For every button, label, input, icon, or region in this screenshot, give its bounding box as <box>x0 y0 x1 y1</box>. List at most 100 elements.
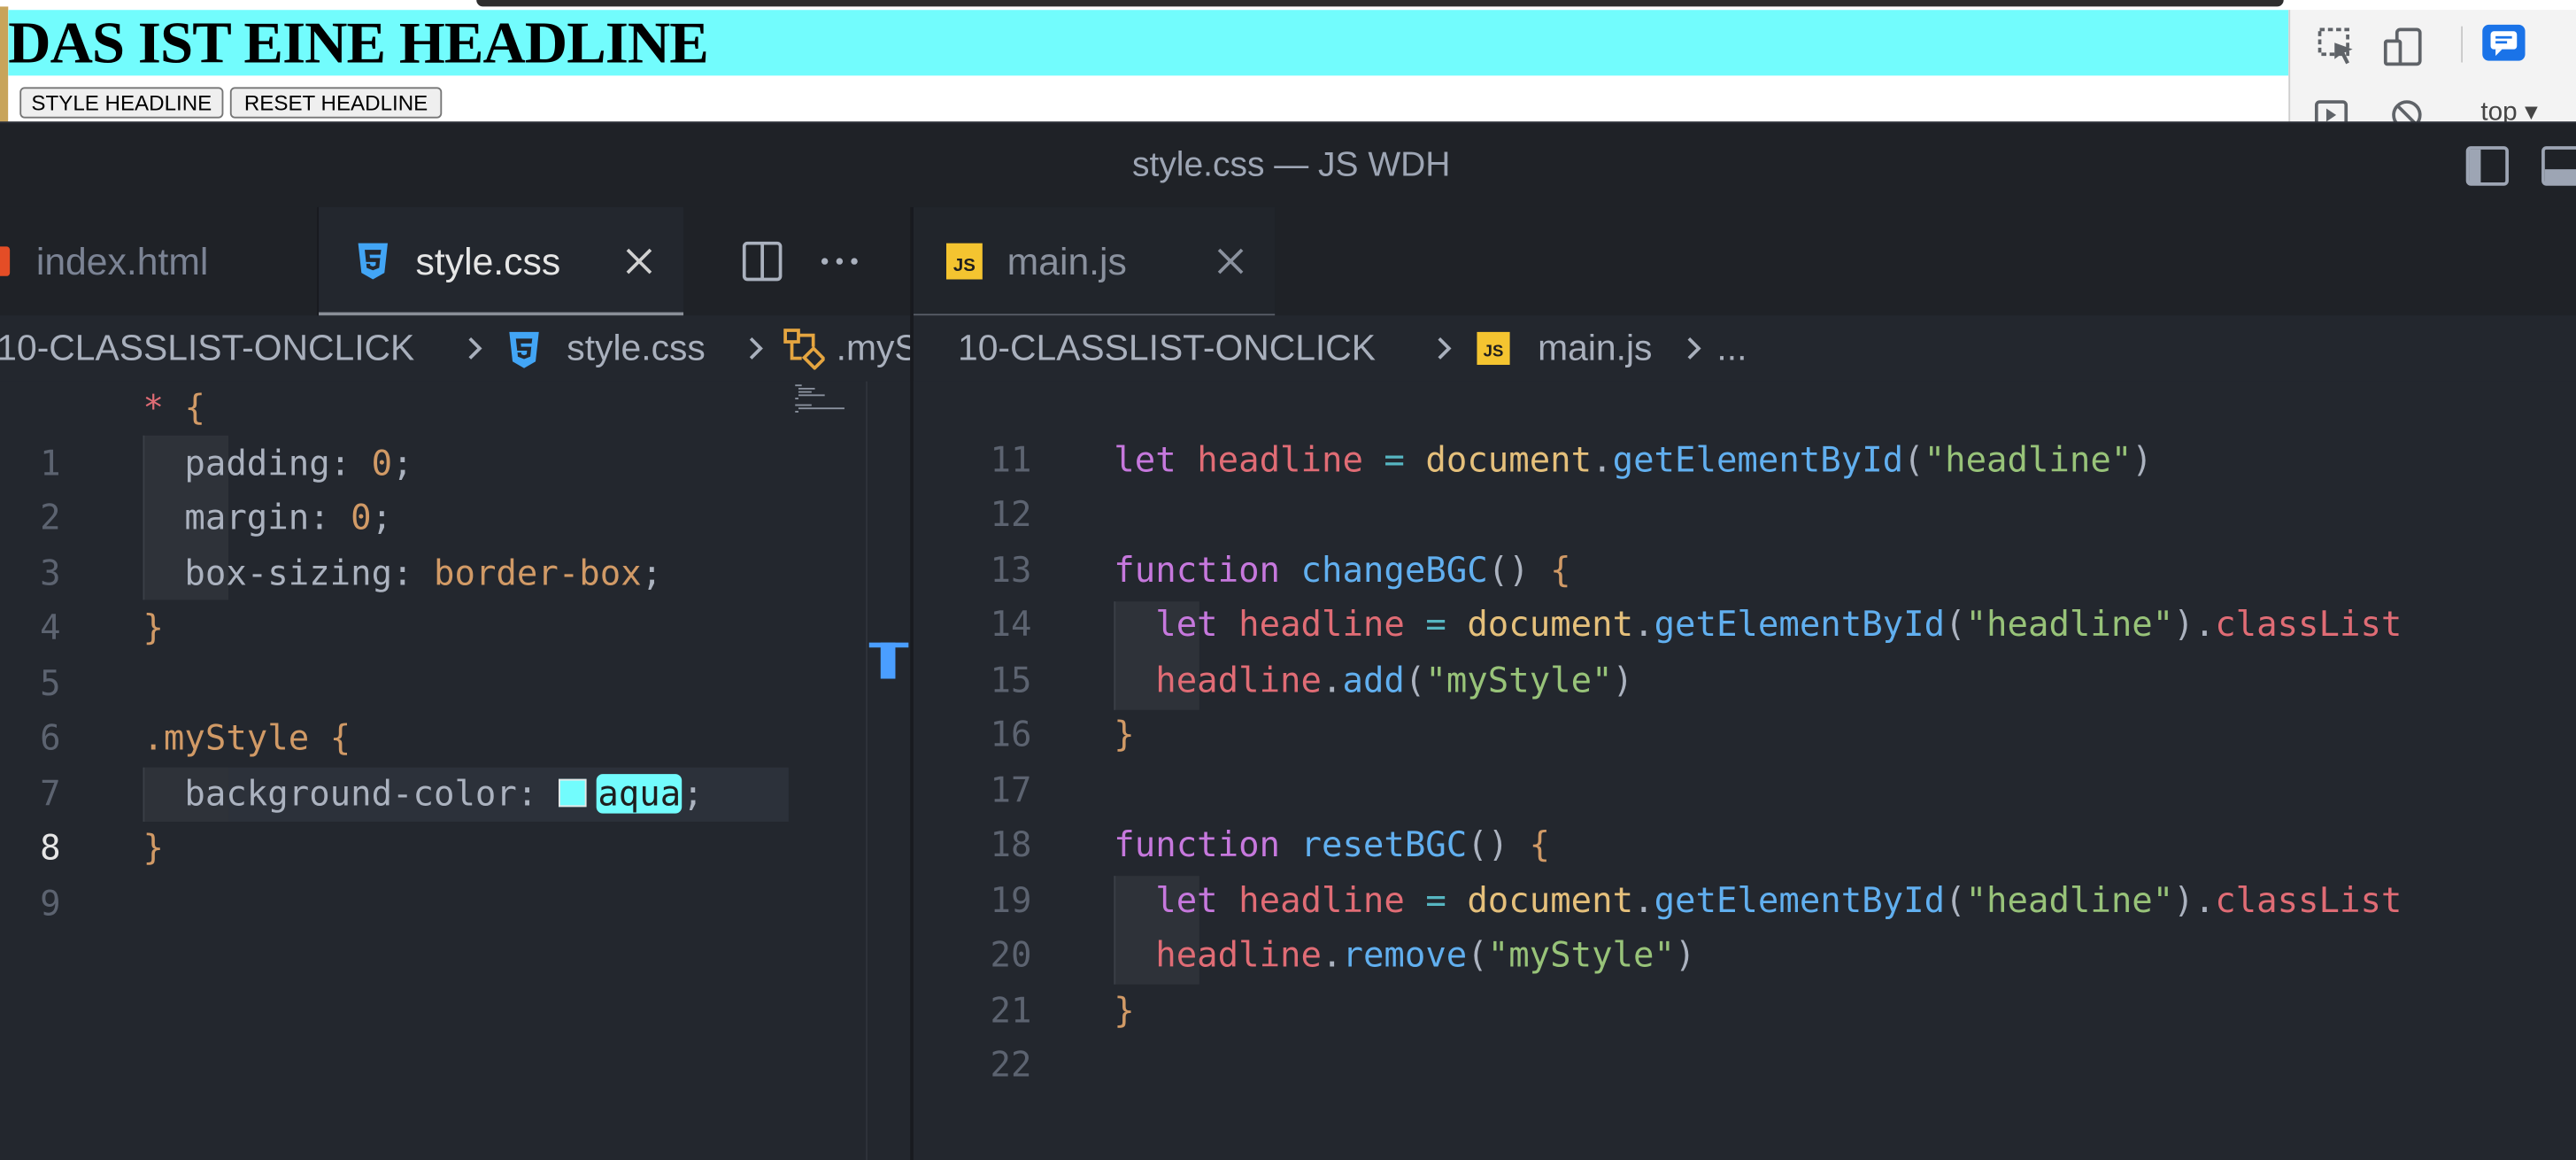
css-property: background-color <box>184 773 517 813</box>
close-icon[interactable] <box>624 246 653 275</box>
chevron-right-icon <box>1438 337 1452 360</box>
code-brace: { <box>184 387 205 428</box>
string: "headline" <box>1965 879 2174 920</box>
toggle-panel-icon[interactable] <box>2540 144 2576 187</box>
code-brace: { <box>329 718 351 758</box>
object: document <box>1467 879 1634 920</box>
css-class-selector: .myStyle <box>143 718 310 758</box>
breadcrumb-file[interactable]: main.js <box>1538 315 1652 381</box>
code-brace: } <box>143 828 164 868</box>
operator: = <box>1425 604 1446 645</box>
toggle-sidebar-icon[interactable] <box>2464 144 2510 187</box>
operator: = <box>1384 439 1405 479</box>
tab-label: style.css <box>415 239 561 283</box>
browser-window: DAS IST EINE HEADLINE STYLE HEADLINE RES… <box>0 0 2576 130</box>
inspect-element-icon[interactable] <box>2317 27 2359 69</box>
breadcrumb-file[interactable]: style.css <box>567 315 706 381</box>
css-value: aqua <box>596 773 683 813</box>
code-line: 22 } <box>914 984 2576 1085</box>
method: getElementById <box>1654 879 1946 920</box>
browser-edge <box>476 0 2284 7</box>
property: classList <box>2215 879 2402 920</box>
page-headline: DAS IST EINE HEADLINE <box>8 10 2289 76</box>
breadcrumb-more[interactable]: ... <box>1716 315 1747 381</box>
breadcrumb-symbol[interactable]: .myStyle <box>837 315 911 381</box>
split-editor-icon[interactable] <box>741 240 783 282</box>
object: document <box>1425 439 1593 479</box>
keyword: let <box>1155 879 1218 920</box>
breadcrumb: 10-CLASSLIST-ONCLICK style.css .myStyle <box>0 315 911 382</box>
chevron-right-icon <box>468 337 482 360</box>
close-icon[interactable] <box>1215 246 1245 275</box>
code-line: 20 let headline = document.getElementByI… <box>914 873 2576 975</box>
code-line: 11 <box>914 382 2576 479</box>
code-brace: } <box>143 607 164 648</box>
code-line: 8 background-color: aqua; <box>0 767 910 868</box>
device-toolbar-icon[interactable] <box>2382 27 2425 69</box>
string: "myStyle" <box>1425 660 1613 700</box>
color-swatch[interactable] <box>558 777 587 807</box>
chevron-right-icon <box>1687 337 1701 360</box>
variable: headline <box>1238 604 1405 645</box>
minimap[interactable] <box>792 382 852 421</box>
html-file-icon <box>0 246 11 276</box>
variable: headline <box>1197 439 1363 479</box>
scrollbar-marker <box>880 642 896 679</box>
right-editor-tabs: JS main.js <box>913 206 2576 316</box>
operator: = <box>1425 879 1446 920</box>
string: "headline" <box>1924 439 2133 479</box>
css-value: 0 <box>371 443 393 483</box>
string: "headline" <box>1965 604 2174 645</box>
keyword: let <box>1114 439 1176 479</box>
code-line: 7 .myStyle { <box>0 712 910 813</box>
code-line: 19 function resetBGC() { <box>914 818 2576 920</box>
code-line: 3 margin: 0; <box>0 491 910 592</box>
css-file-icon <box>509 331 539 368</box>
screen: DAS IST EINE HEADLINE STYLE HEADLINE RES… <box>0 0 2576 1160</box>
code-line: 18 <box>914 763 2576 865</box>
breadcrumb: 10-CLASSLIST-ONCLICK JS main.js ... <box>913 315 2576 382</box>
js-editor[interactable]: 11 12 let headline = document.getElement… <box>913 381 2576 1160</box>
breadcrumb-folder[interactable]: 10-CLASSLIST-ONCLICK <box>958 315 1376 381</box>
tab-style-css[interactable]: style.css <box>319 206 684 316</box>
more-actions-icon[interactable] <box>816 240 862 282</box>
string: "myStyle" <box>1487 935 1675 975</box>
title-bar: style.css — JS WDH <box>0 121 2576 207</box>
code-line: 21 headline.remove("myStyle") <box>914 929 2576 1030</box>
css-file-icon <box>358 243 388 280</box>
js-file-icon: JS <box>1477 331 1510 366</box>
tab-index-html[interactable]: index.html <box>0 206 320 316</box>
code-line: 12 let headline = document.getElementByI… <box>914 433 2576 534</box>
style-headline-button[interactable]: STYLE HEADLINE <box>19 87 224 119</box>
object: document <box>1467 604 1634 645</box>
code-line: 17 } <box>914 708 2576 809</box>
code-line: 16 headline.add("myStyle") <box>914 653 2576 754</box>
css-editor[interactable]: 1 * { 2 padding: 0; 3 margin: 0; 4 box-s… <box>0 381 911 1160</box>
tab-label: index.html <box>35 239 209 283</box>
tab-main-js[interactable]: JS main.js <box>913 206 1276 316</box>
page-preview: DAS IST EINE HEADLINE STYLE HEADLINE RES… <box>8 10 2289 122</box>
breadcrumb-folder[interactable]: 10-CLASSLIST-ONCLICK <box>0 315 414 381</box>
code-line: 14 function changeBGC() { <box>914 543 2576 645</box>
reset-headline-button[interactable]: RESET HEADLINE <box>229 87 443 119</box>
code-line: 4 box-sizing: border-box; <box>0 546 910 648</box>
css-value: 0 <box>351 498 372 537</box>
property: classList <box>2215 604 2402 645</box>
keyword: function <box>1114 824 1281 865</box>
keyword: function <box>1114 549 1281 590</box>
toolbar-separator <box>2461 26 2463 63</box>
css-selector: * <box>143 387 164 428</box>
page-edge <box>0 6 9 122</box>
css-property: margin <box>184 498 310 537</box>
scrollbar[interactable] <box>866 381 910 1160</box>
variable: headline <box>1155 660 1322 700</box>
code-line: 13 <box>914 488 2576 590</box>
window-title: style.css — JS WDH <box>1132 146 1451 184</box>
tab-label: main.js <box>1006 239 1127 283</box>
function-name: changeBGC <box>1300 549 1488 590</box>
symbol-structure-icon <box>783 329 825 370</box>
function-name: resetBGC <box>1300 824 1468 865</box>
code-line: 1 * { <box>0 382 910 483</box>
method: getElementById <box>1654 604 1946 645</box>
issues-icon[interactable] <box>2482 24 2526 61</box>
